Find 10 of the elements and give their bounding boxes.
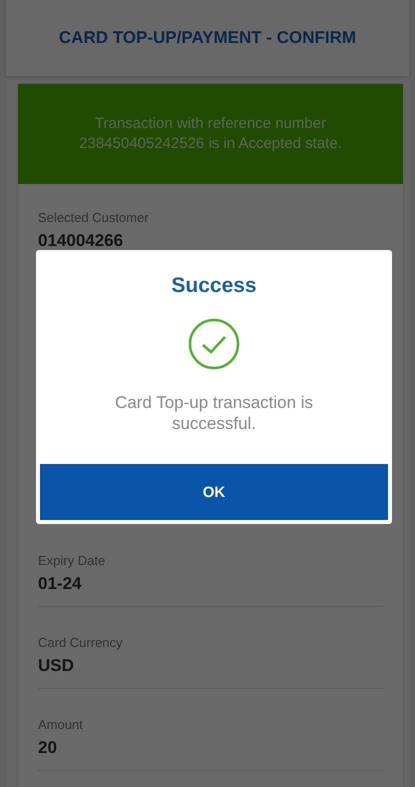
field-value: 014004266 bbox=[38, 231, 124, 251]
status-banner: Transaction with reference number 238450405242526 is in Accepted state. bbox=[18, 84, 403, 184]
field-value: 01-24 bbox=[38, 574, 82, 594]
dialog-title: Success bbox=[171, 274, 257, 298]
check-circle-icon bbox=[188, 318, 240, 370]
ok-button[interactable]: OK bbox=[40, 464, 388, 520]
field-value: USD bbox=[38, 656, 75, 676]
field-value: 20 bbox=[38, 738, 58, 758]
dialog-message: Card Top-up transaction is successful. bbox=[114, 392, 314, 434]
page-title: CARD TOP-UP/PAYMENT - CONFIRM bbox=[58, 28, 356, 48]
